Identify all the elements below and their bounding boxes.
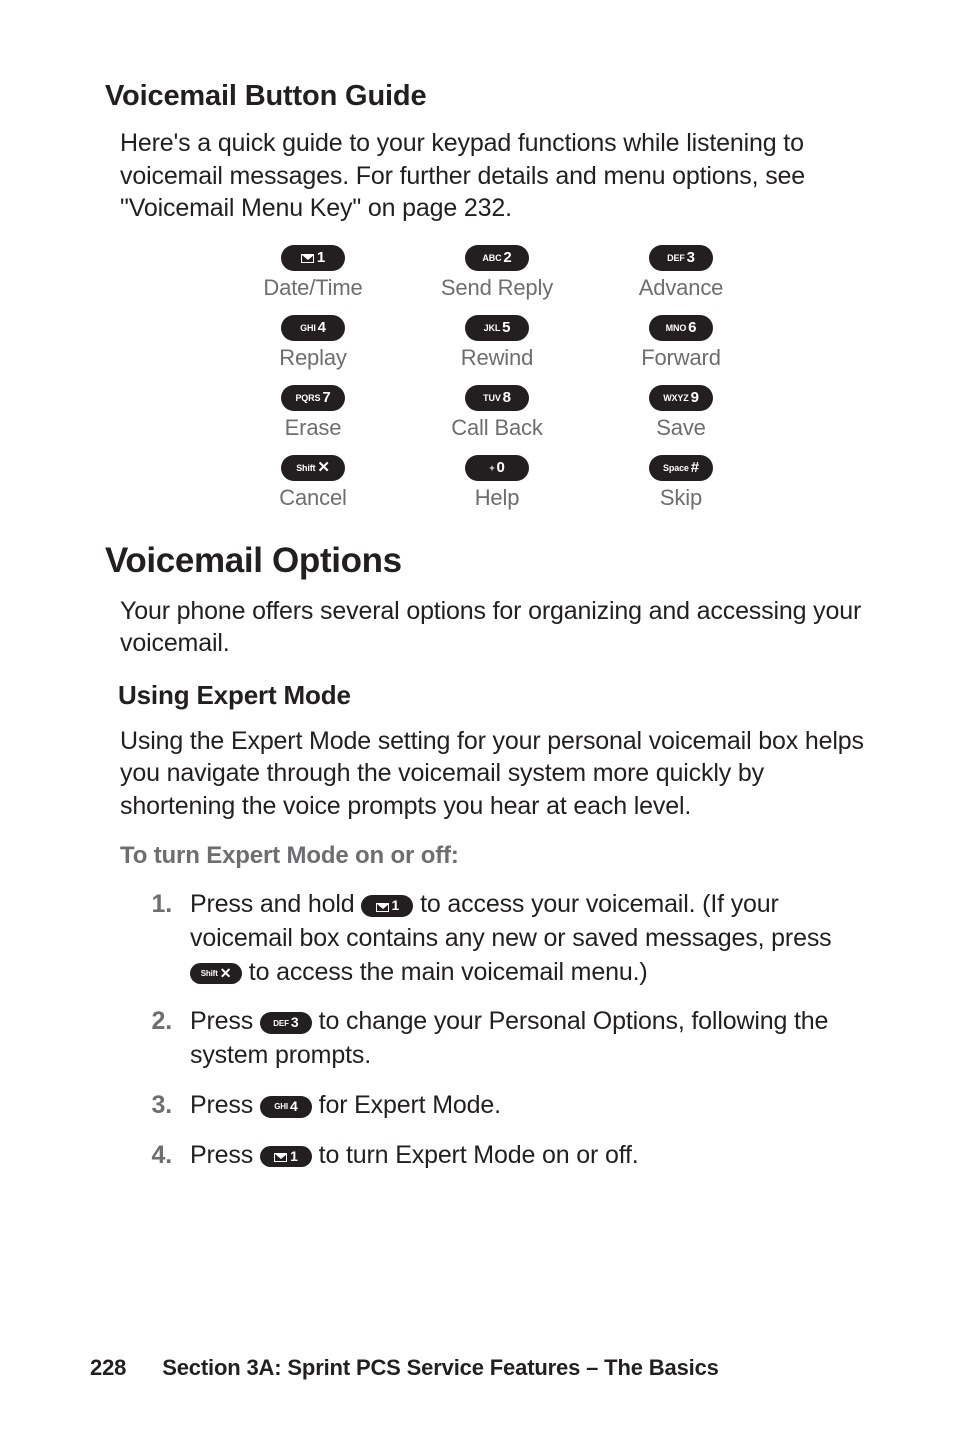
key-caption: Date/Time — [233, 275, 393, 301]
key-caption: Skip — [601, 485, 761, 511]
key-caption: Cancel — [233, 485, 393, 511]
keypad-cell: Space# Skip — [601, 455, 761, 511]
key-button-icon: TUV8 — [465, 385, 529, 411]
keypad-cell: +0 Help — [417, 455, 577, 511]
heading-voicemail-options: Voicemail Options — [105, 541, 874, 581]
step-text: Press DEF3 to change your Personal Optio… — [190, 1005, 874, 1073]
key-button-icon: PQRS7 — [281, 385, 345, 411]
step-item: 2. Press DEF3 to change your Personal Opt… — [150, 1005, 874, 1073]
intro-expert-mode: Using the Expert Mode setting for your p… — [120, 725, 874, 823]
step-text: Press 1 to turn Expert Mode on or off. — [190, 1139, 874, 1173]
step-number: 1. — [150, 888, 172, 989]
key-caption: Call Back — [417, 415, 577, 441]
key-caption: Save — [601, 415, 761, 441]
key-button-icon: WXYZ9 — [649, 385, 713, 411]
key-button-icon: DEF3 — [649, 245, 713, 271]
key-button-icon: JKL5 — [465, 315, 529, 341]
key-caption: Send Reply — [417, 275, 577, 301]
key-button-icon: 1 — [281, 245, 345, 271]
section-label: Section 3A: Sprint PCS Service Features … — [162, 1355, 719, 1380]
step-item: 4. Press 1 to turn Expert Mode on or off. — [150, 1139, 874, 1173]
keypad-cell: TUV8 Call Back — [417, 385, 577, 441]
intro-button-guide: Here's a quick guide to your keypad func… — [120, 127, 874, 225]
key-caption: Forward — [601, 345, 761, 371]
step-number: 4. — [150, 1139, 172, 1173]
keypad-cell: JKL5 Rewind — [417, 315, 577, 371]
bold-instructions: To turn Expert Mode on or off: — [120, 842, 874, 870]
step-item: 3. Press GHI4 for Expert Mode. — [150, 1089, 874, 1123]
step-text: Press and hold 1 to access your voicemai… — [190, 888, 874, 989]
keypad-cell: PQRS7 Erase — [233, 385, 393, 441]
step-item: 1.Press and hold 1 to access your voicem… — [150, 888, 874, 989]
inline-key-icon: 1 — [260, 1146, 312, 1168]
keypad-cell: GHI4 Replay — [233, 315, 393, 371]
key-caption: Rewind — [417, 345, 577, 371]
step-number: 3. — [150, 1089, 172, 1123]
steps-list: 1.Press and hold 1 to access your voicem… — [120, 888, 874, 1172]
step-number: 2. — [150, 1005, 172, 1073]
key-caption: Erase — [233, 415, 393, 441]
key-caption: Advance — [601, 275, 761, 301]
key-button-icon: GHI4 — [281, 315, 345, 341]
keypad-cell: ABC2 Send Reply — [417, 245, 577, 301]
keypad-cell: 1 Date/Time — [233, 245, 393, 301]
key-caption: Replay — [233, 345, 393, 371]
keypad-cell: DEF3 Advance — [601, 245, 761, 301]
step-text: Press GHI4 for Expert Mode. — [190, 1089, 874, 1123]
keypad-guide-grid: 1 Date/Time ABC2 Send Reply DEF3 Advance GHI4 R… — [120, 245, 874, 511]
intro-options: Your phone offers several options for or… — [120, 595, 874, 660]
key-button-icon: +0 — [465, 455, 529, 481]
keypad-cell: WXYZ9 Save — [601, 385, 761, 441]
key-caption: Help — [417, 485, 577, 511]
key-button-icon: ABC2 — [465, 245, 529, 271]
heading-expert-mode: Using Expert Mode — [118, 680, 874, 711]
keypad-cell: Shift✕ Cancel — [233, 455, 393, 511]
heading-button-guide: Voicemail Button Guide — [105, 80, 874, 113]
key-button-icon: MNO6 — [649, 315, 713, 341]
inline-key-icon: 1 — [361, 895, 413, 917]
key-button-icon: Shift✕ — [281, 455, 345, 481]
inline-key-icon: Shift✕ — [190, 963, 242, 985]
page-footer: 228 Section 3A: Sprint PCS Service Featu… — [90, 1355, 874, 1381]
keypad-cell: MNO6 Forward — [601, 315, 761, 371]
inline-key-icon: DEF3 — [260, 1012, 312, 1034]
inline-key-icon: GHI4 — [260, 1096, 312, 1118]
page-number: 228 — [90, 1355, 126, 1380]
key-button-icon: Space# — [649, 455, 713, 481]
